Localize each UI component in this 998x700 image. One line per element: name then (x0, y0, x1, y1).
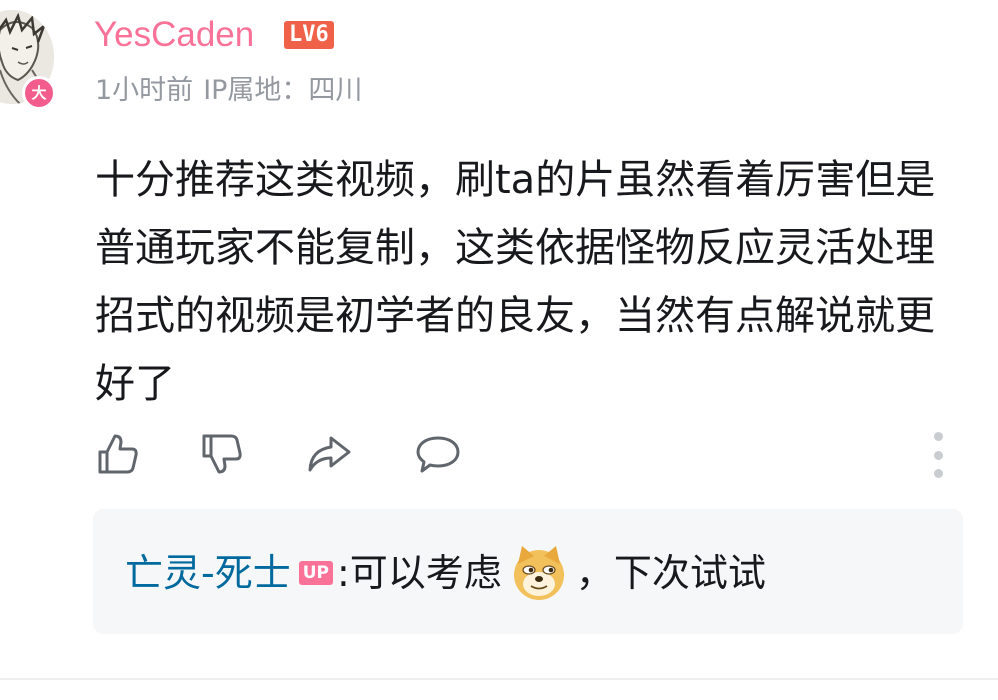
username[interactable]: YesCaden (94, 12, 254, 58)
share-arrow-icon (308, 436, 351, 472)
reply-preview[interactable]: 亡灵-死士 UP : 可以考虑 ，下次试试 (93, 509, 963, 634)
comment-item: 大 YesCaden LV6 1小时前 IP属地：四川 十分推荐这类视频，刷ta的… (0, 0, 998, 700)
avatar-vip-badge: 大 (22, 76, 56, 110)
doge-emoji-icon (510, 544, 568, 602)
thumbs-down-icon (202, 434, 242, 474)
dislike-button[interactable] (196, 428, 248, 480)
comment-text: 十分推荐这类视频，刷ta的片虽然看着厉害但是普通玩家不能复制，这类依据怪物反应灵… (95, 157, 936, 407)
comment-bubble-icon (416, 436, 460, 473)
more-button[interactable] (926, 432, 950, 478)
share-button[interactable] (303, 428, 355, 480)
reply-separator: : (336, 551, 350, 595)
comment-time: 1小时前 (95, 75, 194, 106)
divider (0, 678, 998, 680)
reply-author[interactable]: 亡灵-死士 (125, 543, 291, 603)
reply-text-after: ，下次试试 (575, 551, 766, 595)
thumbs-up-icon (98, 434, 138, 474)
like-button[interactable] (92, 428, 144, 480)
ip-location: IP属地：四川 (203, 75, 363, 106)
up-badge: UP (298, 561, 333, 585)
reply-button[interactable] (412, 428, 464, 480)
comment-meta: 1小时前 IP属地：四川 (95, 72, 372, 110)
reply-line: 亡灵-死士 UP : 可以考虑 ，下次试试 (125, 543, 766, 603)
level-badge: LV6 (284, 21, 334, 49)
reply-text-before: 可以考虑 (349, 551, 502, 595)
more-vertical-icon (933, 432, 943, 441)
